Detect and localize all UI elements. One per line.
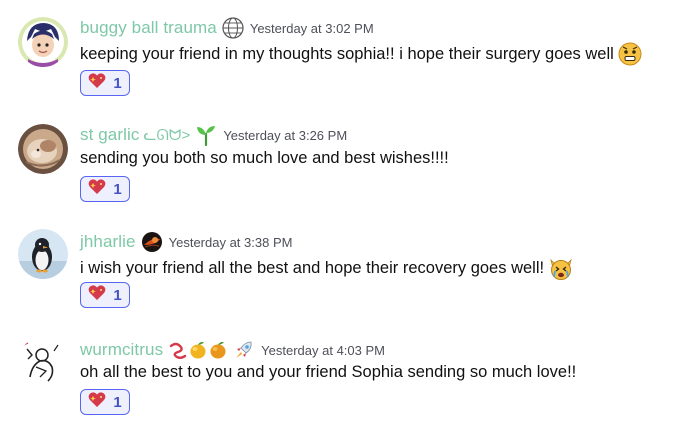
rocket-badge-icon[interactable] (233, 339, 255, 361)
message-text: oh all the best to you and your friend S… (80, 363, 577, 381)
username[interactable]: buggy ball trauma (80, 18, 217, 38)
heart-sparkle-icon (88, 72, 106, 94)
message-text: keeping your friend in my thoughts sophi… (80, 44, 614, 63)
globe-badge-icon[interactable] (222, 17, 244, 39)
avatar[interactable] (18, 17, 68, 67)
avatar[interactable] (18, 124, 68, 174)
worm-badge-icon[interactable] (168, 340, 188, 360)
mango-badge-icon[interactable] (208, 340, 228, 360)
avatar[interactable] (18, 229, 68, 279)
message-content: i wish your friend all the best and hope… (80, 256, 574, 280)
reaction-button[interactable]: 1 (80, 70, 130, 96)
timestamp[interactable]: Yesterday at 3:26 PM (223, 128, 347, 143)
username[interactable]: jhharlie (80, 232, 136, 252)
timestamp[interactable]: Yesterday at 3:02 PM (250, 21, 374, 36)
avatar-sketch-icon (18, 337, 68, 387)
avatar-penguin-icon (18, 229, 68, 279)
message-content: oh all the best to you and your friend S… (80, 363, 576, 382)
reaction-count: 1 (113, 74, 122, 92)
nervous-face-emoji-icon[interactable] (618, 42, 642, 66)
crying-cat-emoji-icon[interactable] (548, 256, 574, 280)
reaction-button[interactable]: 1 (80, 389, 130, 415)
message-header: wurmcitrus Yesterday at 4:03 PM (80, 339, 385, 361)
message-text: i wish your friend all the best and hope… (80, 258, 545, 277)
timestamp[interactable]: Yesterday at 3:38 PM (169, 235, 293, 250)
heart-sparkle-icon (88, 391, 106, 413)
message-content: keeping your friend in my thoughts sophi… (80, 42, 642, 66)
reaction-button[interactable]: 1 (80, 176, 130, 202)
username[interactable]: st garlic (80, 125, 139, 145)
avatar[interactable] (18, 337, 68, 387)
reaction-button[interactable]: 1 (80, 282, 130, 308)
username-decoration: ᓚᘏᗢ> (143, 127, 191, 144)
message-header: jhharlie Yesterday at 3:38 PM (80, 231, 292, 253)
planet-badge-icon[interactable] (141, 231, 163, 253)
reaction-count: 1 (113, 393, 122, 411)
message-header: buggy ball trauma Yesterday at 3:02 PM (80, 17, 374, 39)
message-header: st garlic ᓚᘏᗢ> Yesterday at 3:26 PM (80, 124, 347, 146)
heart-sparkle-icon (88, 178, 106, 200)
reaction-count: 1 (113, 180, 122, 198)
avatar-anime-girl-icon (18, 17, 68, 67)
heart-sparkle-icon (88, 284, 106, 306)
message-content: sending you both so much love and best w… (80, 149, 449, 168)
sprout-badge-icon[interactable] (195, 124, 217, 146)
avatar-cat-icon (18, 124, 68, 174)
message-text: sending you both so much love and best w… (80, 149, 449, 167)
username[interactable]: wurmcitrus (80, 340, 163, 360)
reaction-count: 1 (113, 286, 122, 304)
timestamp[interactable]: Yesterday at 4:03 PM (261, 343, 385, 358)
mango-badge-icon[interactable] (188, 340, 208, 360)
